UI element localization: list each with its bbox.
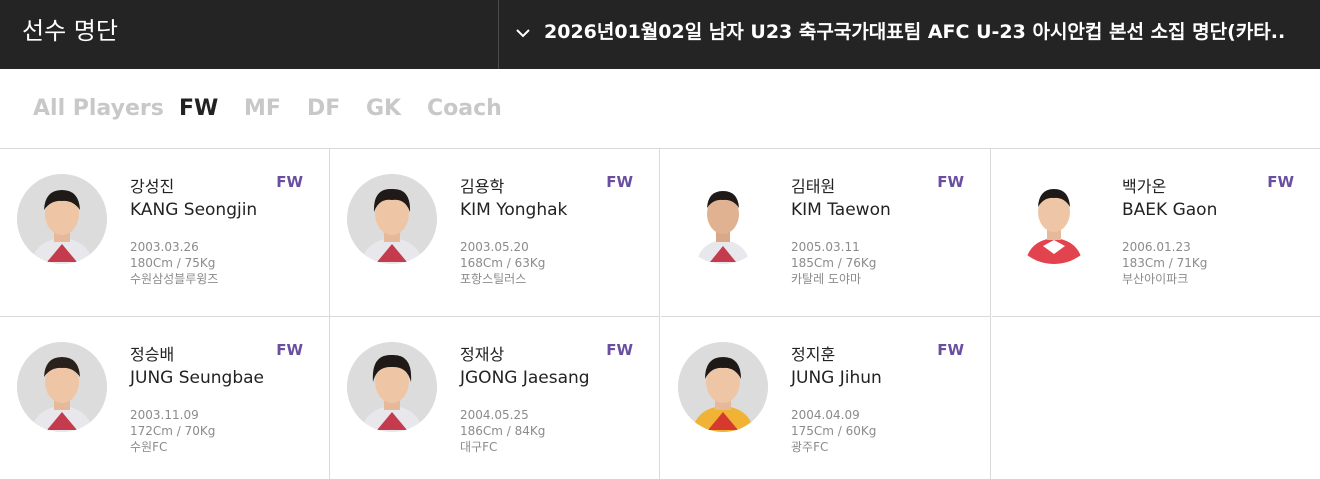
player-card[interactable]: FW 백가온 BAEK Gaon 2006.01.23 183Cm / 71Kg…	[992, 149, 1320, 317]
top-bar: 선수 명단 2026년01월02일 남자 U23 축구국가대표팀 AFC U-2…	[0, 0, 1320, 69]
player-grid: FW 강성진 KANG Seongjin 2003.03.26 180Cm / …	[0, 149, 1320, 479]
player-club: 부산아이파크	[1122, 272, 1189, 286]
player-height-weight: 175Cm / 60Kg	[791, 424, 877, 438]
player-height-weight: 186Cm / 84Kg	[460, 424, 546, 438]
player-name-english: KIM Taewon	[791, 200, 891, 220]
player-height-weight: 172Cm / 70Kg	[130, 424, 216, 438]
position-badge: FW	[937, 173, 964, 191]
player-club: 대구FC	[460, 440, 498, 454]
player-card[interactable]: FW 정지훈 JUNG Jihun 2004.04.09 175Cm / 60K…	[661, 317, 991, 479]
player-club: 광주FC	[791, 440, 829, 454]
position-tabs: All Players FW MF DF GK Coach	[0, 69, 1320, 149]
player-name-korean: 정재상	[460, 345, 505, 364]
player-photo	[17, 342, 107, 432]
player-name-english: KANG Seongjin	[130, 200, 258, 220]
position-badge: FW	[1267, 173, 1294, 191]
player-photo	[1009, 174, 1099, 264]
player-birthdate: 2003.11.09	[130, 408, 199, 422]
tab-mf[interactable]: MF	[244, 94, 281, 124]
player-birthdate: 2006.01.23	[1122, 240, 1191, 254]
player-name-korean: 강성진	[130, 177, 175, 196]
player-birthdate: 2004.05.25	[460, 408, 529, 422]
player-name-english: JGONG Jaesang	[460, 368, 590, 388]
tab-fw[interactable]: FW	[179, 94, 218, 124]
player-photo	[678, 174, 768, 264]
player-height-weight: 180Cm / 75Kg	[130, 256, 216, 270]
player-name-korean: 김용학	[460, 177, 505, 196]
tab-all-players[interactable]: All Players	[33, 94, 164, 124]
player-name-korean: 정지훈	[791, 345, 836, 364]
player-height-weight: 168Cm / 63Kg	[460, 256, 546, 270]
player-photo	[17, 174, 107, 264]
player-name-english: JUNG Seungbae	[130, 368, 265, 388]
player-name-korean: 정승배	[130, 345, 175, 364]
squad-selector-label: 2026년01월02일 남자 U23 축구국가대표팀 AFC U-23 아시안컵…	[544, 21, 1286, 43]
player-birthdate: 2003.03.26	[130, 240, 199, 254]
player-card[interactable]: FW 강성진 KANG Seongjin 2003.03.26 180Cm / …	[0, 149, 330, 317]
player-name-korean: 백가온	[1122, 177, 1167, 196]
player-club: 카탈레 도야마	[791, 272, 862, 286]
player-name-korean: 김태원	[791, 177, 836, 196]
chevron-down-icon	[516, 29, 530, 38]
position-badge: FW	[606, 341, 633, 359]
player-club: 포항스틸러스	[460, 272, 527, 286]
player-height-weight: 183Cm / 71Kg	[1122, 256, 1208, 270]
player-card[interactable]: FW 정재상 JGONG Jaesang 2004.05.25 186Cm / …	[330, 317, 660, 479]
position-badge: FW	[276, 341, 303, 359]
player-club: 수원FC	[130, 440, 168, 454]
player-birthdate: 2005.03.11	[791, 240, 860, 254]
page-title: 선수 명단	[22, 17, 118, 45]
player-card[interactable]: FW 김용학 KIM Yonghak 2003.05.20 168Cm / 63…	[330, 149, 660, 317]
player-card[interactable]: FW 정승배 JUNG Seungbae 2003.11.09 172Cm / …	[0, 317, 330, 479]
player-photo	[678, 342, 768, 432]
player-birthdate: 2003.05.20	[460, 240, 529, 254]
position-badge: FW	[937, 341, 964, 359]
player-height-weight: 185Cm / 76Kg	[791, 256, 877, 270]
player-photo	[347, 174, 437, 264]
tab-df[interactable]: DF	[307, 94, 340, 124]
tab-gk[interactable]: GK	[366, 94, 401, 124]
player-birthdate: 2004.04.09	[791, 408, 860, 422]
player-name-english: KIM Yonghak	[460, 200, 568, 220]
position-badge: FW	[276, 173, 303, 191]
player-name-english: JUNG Jihun	[791, 368, 882, 388]
player-photo	[347, 342, 437, 432]
player-card[interactable]: FW 김태원 KIM Taewon 2005.03.11 185Cm / 76K…	[661, 149, 991, 317]
squad-selector-dropdown[interactable]: 2026년01월02일 남자 U23 축구국가대표팀 AFC U-23 아시안컵…	[499, 0, 1320, 69]
tab-coach[interactable]: Coach	[427, 94, 502, 124]
position-badge: FW	[606, 173, 633, 191]
player-club: 수원삼성블루윙즈	[130, 272, 219, 286]
player-name-english: BAEK Gaon	[1122, 200, 1218, 220]
